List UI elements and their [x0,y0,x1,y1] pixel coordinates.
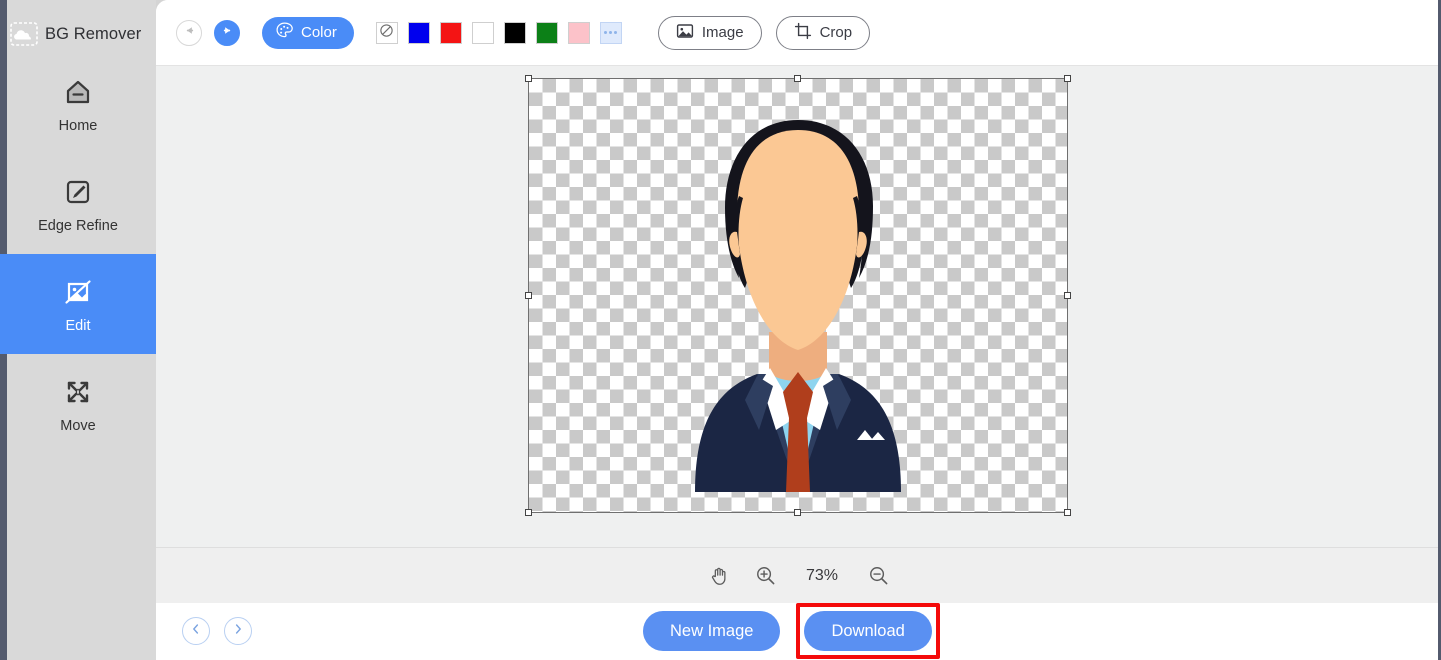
image-cloud-icon [10,22,38,46]
prev-button[interactable] [182,617,210,645]
crop-button-label: Crop [820,24,853,41]
resize-handle-bottom-center[interactable] [794,509,801,516]
canvas-area[interactable] [156,65,1441,548]
brand: BG Remover [10,18,141,50]
undo-arrow-icon [182,23,197,43]
sidebar-item-edge-refine[interactable]: Edge Refine [0,154,156,254]
resize-handle-top-right[interactable] [1064,75,1071,82]
sidebar-item-label: Home [59,118,98,134]
move-arrows-icon [61,375,95,409]
swatch-red[interactable] [440,22,462,44]
sidebar: BG Remover Home Ed [0,0,156,660]
pagination-arrows [182,617,252,645]
sidebar-item-edit[interactable]: Edit [0,254,156,354]
businessman-avatar-artwork [633,100,963,492]
image-selection-box[interactable] [528,78,1068,513]
resize-handle-top-center[interactable] [794,75,801,82]
main-panel: Color [156,0,1441,660]
chevron-left-icon [190,622,202,640]
resize-handle-middle-right[interactable] [1064,292,1071,299]
new-image-button[interactable]: New Image [643,611,780,651]
color-button[interactable]: Color [262,17,354,49]
sidebar-item-label: Edge Refine [38,218,118,234]
resize-handle-bottom-left[interactable] [525,509,532,516]
app-window: BG Remover Home Ed [0,0,1441,660]
resize-handle-middle-left[interactable] [525,292,532,299]
bottom-bar: New Image Download [156,603,1441,659]
zoom-in-icon[interactable] [755,565,776,586]
redo-arrow-icon [220,23,235,43]
image-edit-icon [61,275,95,309]
crop-button[interactable]: Crop [776,16,871,50]
brand-name: BG Remover [45,25,141,44]
sidebar-item-label: Move [60,418,95,434]
zoom-bar: 73% [156,548,1441,603]
swatch-transparent[interactable] [376,22,398,44]
download-highlight-box: Download [796,603,939,659]
resize-handle-top-left[interactable] [525,75,532,82]
resize-handle-bottom-right[interactable] [1064,509,1071,516]
more-dots-icon [604,31,607,34]
swatch-blue[interactable] [408,22,430,44]
sidebar-item-label: Edit [66,318,91,334]
picture-icon [676,22,694,44]
zoom-out-icon[interactable] [868,565,889,586]
next-button[interactable] [224,617,252,645]
color-swatches [376,22,622,44]
chevron-right-icon [232,622,244,640]
swatch-white[interactable] [472,22,494,44]
home-icon [61,75,95,109]
swatch-green[interactable] [536,22,558,44]
swatch-black[interactable] [504,22,526,44]
image-button-label: Image [702,24,744,41]
image-button[interactable]: Image [658,16,762,50]
color-button-label: Color [301,24,337,41]
palette-icon [275,21,294,44]
zoom-level: 73% [801,567,843,585]
download-button[interactable]: Download [804,611,931,651]
undo-button[interactable] [176,20,202,46]
action-buttons: New Image Download [643,603,940,659]
pen-square-icon [61,175,95,209]
swatch-pink[interactable] [568,22,590,44]
hand-icon[interactable] [708,565,730,587]
swatch-more-colors[interactable] [600,22,622,44]
sidebar-item-home[interactable]: Home [0,54,156,154]
no-color-icon [379,23,394,43]
toolbar: Color [156,0,1441,65]
sidebar-nav: Home Edge Refine [0,54,156,454]
sidebar-item-move[interactable]: Move [0,354,156,454]
redo-button[interactable] [214,20,240,46]
crop-icon [794,22,812,44]
